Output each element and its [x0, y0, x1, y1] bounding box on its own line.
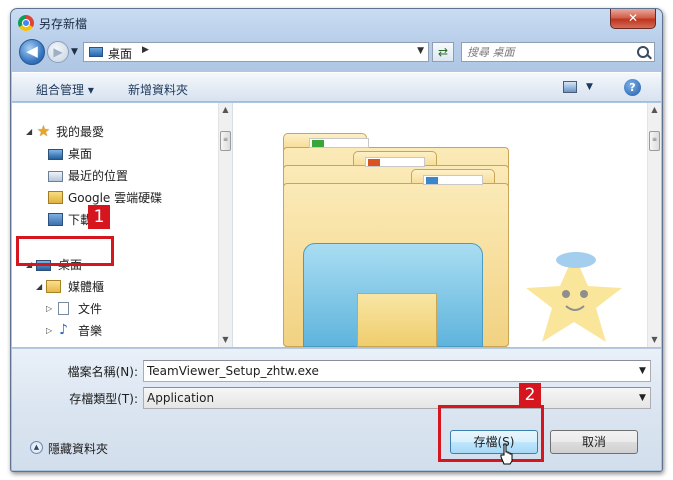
cancel-button[interactable]: 取消 — [550, 430, 638, 454]
annotation-box-step-1 — [16, 236, 114, 266]
filename-label: 檔案名稱(N): — [67, 365, 138, 379]
hide-folders-label: 隱藏資料夾 — [48, 442, 109, 456]
expand-arrow-icon[interactable]: ▷ — [46, 321, 54, 341]
file-list-scrollbar[interactable]: ▲ ≡ ▼ — [647, 103, 661, 347]
scroll-down-icon[interactable]: ▼ — [648, 333, 661, 347]
command-toolbar: 組合管理 ▾ 新增資料夾 ▼ ? — [12, 72, 661, 102]
window-title: 另存新檔 — [39, 17, 88, 31]
navigation-scrollbar[interactable]: ▲ ≡ ▼ — [218, 103, 232, 347]
annotation-box-step-2 — [438, 405, 544, 462]
downloads-icon — [48, 213, 63, 226]
star-icon: ★ — [36, 122, 51, 140]
desktop-icon — [48, 149, 63, 160]
tree-item-label: Google 雲端硬碟 — [68, 191, 163, 205]
tree-item-label: 音樂 — [78, 324, 103, 338]
search-input[interactable] — [467, 44, 627, 60]
title-bar[interactable]: 另存新檔 ✕ — [11, 9, 662, 37]
tree-item-label: 媒體櫃 — [68, 280, 105, 294]
close-button[interactable]: ✕ — [610, 9, 656, 29]
tree-item-label: 桌面 — [68, 147, 93, 161]
filetype-label: 存檔類型(T): — [69, 392, 138, 406]
scroll-thumb[interactable]: ≡ — [220, 131, 231, 151]
chevron-up-icon: ▲ — [30, 441, 43, 454]
search-icon[interactable] — [637, 46, 649, 58]
filetype-select[interactable]: Application — [143, 387, 651, 409]
recent-pages-dropdown-icon[interactable]: ▼ — [71, 47, 78, 57]
scroll-up-icon[interactable]: ▲ — [648, 103, 661, 117]
scroll-down-icon[interactable]: ▼ — [219, 333, 232, 347]
mascot-watermark-icon — [526, 252, 622, 342]
refresh-icon: ⇄ — [437, 45, 449, 59]
document-icon — [58, 302, 69, 315]
chevron-right-icon[interactable]: ▶ — [142, 45, 149, 55]
scroll-thumb[interactable]: ≡ — [649, 131, 660, 151]
desktop-icon — [89, 47, 103, 57]
help-button[interactable]: ? — [624, 79, 641, 96]
filetype-dropdown-icon[interactable]: ▼ — [639, 393, 646, 403]
navigation-bar: ◀ ▶ ▼ 桌面 ▶ ▼ ⇄ — [19, 38, 655, 66]
address-dropdown-icon[interactable]: ▼ — [417, 46, 424, 56]
scroll-up-icon[interactable]: ▲ — [219, 103, 232, 117]
filename-dropdown-icon[interactable]: ▼ — [639, 366, 646, 376]
back-button[interactable]: ◀ — [19, 39, 45, 65]
tree-item-downloads[interactable]: 下載 — [48, 210, 88, 230]
filename-input[interactable] — [143, 360, 651, 382]
music-icon: ♪ — [59, 322, 68, 338]
expand-arrow-icon[interactable]: ▷ — [46, 299, 54, 319]
view-options-dropdown-icon[interactable]: ▼ — [586, 82, 593, 92]
chrome-icon — [18, 15, 34, 31]
change-view-icon[interactable] — [563, 81, 577, 93]
forward-button[interactable]: ▶ — [47, 41, 69, 63]
tree-item-label: 我的最愛 — [56, 125, 105, 139]
filetype-selected-value: Application — [147, 391, 215, 405]
libraries-icon — [46, 280, 61, 293]
tree-item-label: 下載 — [68, 213, 88, 227]
address-bar[interactable]: 桌面 ▶ ▼ — [83, 42, 429, 62]
refresh-button[interactable]: ⇄ — [432, 42, 454, 62]
organize-button[interactable]: 組合管理 ▾ — [36, 81, 94, 98]
new-folder-button[interactable]: 新增資料夾 — [128, 81, 188, 98]
annotation-number-step-2: 2 — [519, 383, 541, 407]
tree-item-label: 最近的位置 — [68, 169, 129, 183]
collapse-arrow-icon[interactable]: ◢ — [36, 277, 44, 297]
save-options-area: 檔案名稱(N): ▼ 存檔類型(T): Application ▼ ▲ 隱藏資料… — [12, 348, 661, 470]
empty-folder-illustration — [283, 133, 509, 347]
recent-places-icon — [48, 171, 63, 182]
address-segment-desktop[interactable]: 桌面 — [108, 45, 132, 62]
mouse-cursor-hand-icon — [500, 443, 513, 465]
annotation-number-step-1: 1 — [88, 205, 110, 229]
collapse-arrow-icon[interactable]: ◢ — [26, 122, 34, 142]
tree-item-label: 文件 — [78, 302, 103, 316]
navigation-pane[interactable]: ◢ ★ 我的最愛 桌面 最近的位置 Google 雲端硬碟 下載 ◢ 桌面 ◢ — [12, 103, 233, 368]
file-list-pane[interactable]: ▲ ≡ ▼ — [233, 103, 661, 347]
search-box[interactable] — [461, 42, 655, 62]
google-drive-icon — [48, 191, 63, 204]
